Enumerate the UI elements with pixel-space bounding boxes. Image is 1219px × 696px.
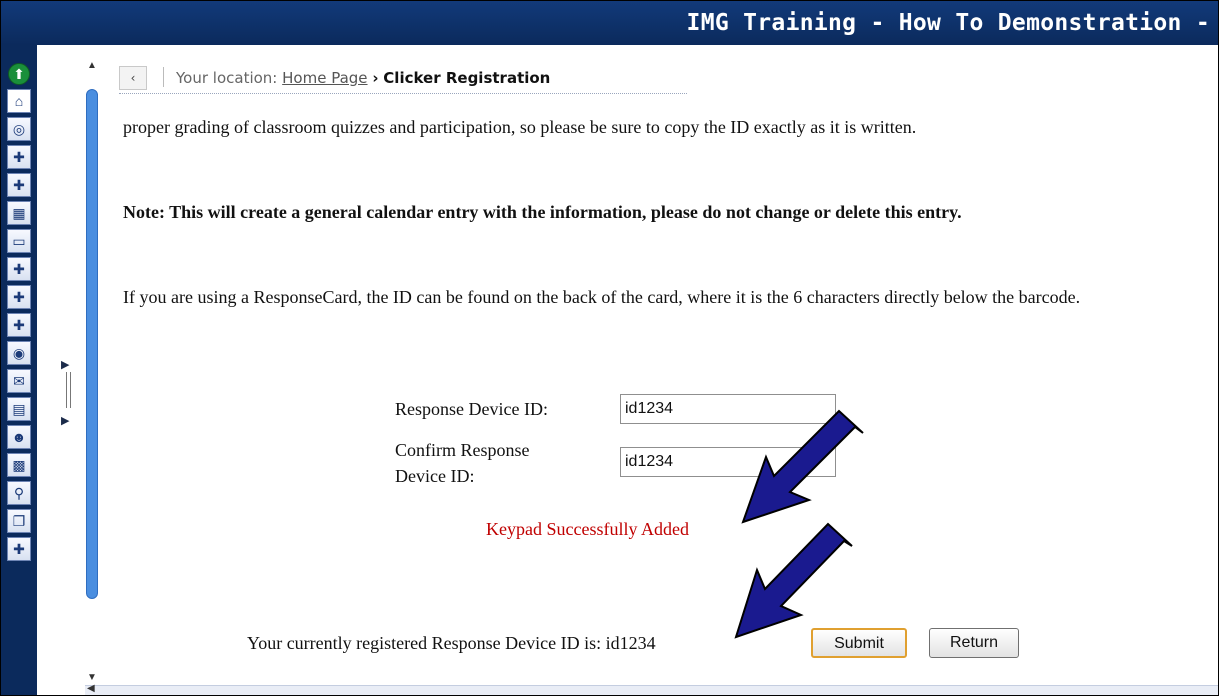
app-window: IMG Training - How To Demonstration - ⬆ … [0,0,1219,696]
annotation-overlay [734,409,864,639]
instructions-paragraph: proper grading of classroom quizzes and … [123,117,917,137]
calculator-icon[interactable]: ▦ [7,201,31,225]
breadcrumb-prefix: Your location: [176,69,278,87]
breadcrumb-text: Your location: Home Page › Clicker Regis… [176,69,550,87]
confirm-device-id-label: Confirm Response Device ID: [395,437,530,489]
horizontal-scrollbar[interactable]: ◀ [85,683,1218,695]
users-group-icon[interactable]: ☻ [7,425,31,449]
breadcrumb: ‹ Your location: Home Page › Clicker Reg… [119,63,687,94]
envelope-icon[interactable]: ✉ [7,369,31,393]
success-message: Keypad Successfully Added [486,519,689,539]
search-icon[interactable]: ⚲ [7,481,31,505]
breadcrumb-home-link[interactable]: Home Page [282,69,367,87]
chat-bubble-icon[interactable]: ▭ [7,229,31,253]
confirm-label-line2: Device ID: [395,466,475,486]
home-icon[interactable]: ⌂ [7,89,31,113]
add-document-icon[interactable]: ✚ [7,313,31,337]
annotation-arrow-icon [734,522,853,639]
add-users-icon[interactable]: ✚ [7,145,31,169]
breadcrumb-separator: › [372,69,379,87]
responsecard-paragraph: If you are using a ResponseCard, the ID … [123,287,1081,307]
confirm-label-line1: Confirm Response [395,440,530,460]
breadcrumb-divider [163,67,164,87]
device-id-label: Response Device ID: [395,399,548,419]
copy-icon[interactable]: ❐ [7,509,31,533]
window-title: IMG Training - How To Demonstration - [686,10,1210,36]
scroll-thumb[interactable] [86,89,98,599]
satellite-dish-icon[interactable]: ◎ [7,117,31,141]
add-picture-icon[interactable]: ✚ [7,285,31,309]
vertical-scrollbar[interactable]: ▲ ▼ [85,59,99,685]
toolbar-icons: ⬆ ⌂ ◎ ✚ ✚ ▦ ▭ ✚ ✚ ✚ ◉ ✉ ▤ ☻ ▩ ⚲ ❐ ✚ [7,63,33,565]
scorm-icon[interactable]: ▩ [7,453,31,477]
registered-id-text: Your currently registered Response Devic… [247,633,656,653]
compass-icon[interactable]: ◉ [7,341,31,365]
title-bar: IMG Training - How To Demonstration - [1,1,1218,45]
confirm-device-id-input[interactable] [620,447,836,477]
note-paragraph: Note: This will create a general calenda… [123,202,962,222]
expand-arrow-icon: ▶ [61,359,70,371]
grip-lines-icon [66,372,71,408]
submit-button[interactable]: Submit [811,628,907,658]
scroll-left-arrow-icon[interactable]: ◀ [87,683,95,694]
back-button[interactable]: ‹ [119,66,147,90]
panel-collapse-handle[interactable]: ▶ ▶ [61,358,71,430]
device-id-input[interactable] [620,394,836,424]
breadcrumb-current: Clicker Registration [383,69,551,87]
scroll-up-arrow-icon[interactable]: ▲ [85,59,99,73]
add-grid-icon[interactable]: ✚ [7,537,31,561]
expand-arrow-icon: ▶ [61,415,70,427]
add-key-icon[interactable]: ✚ [7,173,31,197]
document-icon[interactable]: ▤ [7,397,31,421]
return-button[interactable]: Return [929,628,1019,658]
add-tools-icon[interactable]: ✚ [7,257,31,281]
arrow-up-circle-icon[interactable]: ⬆ [8,63,30,85]
